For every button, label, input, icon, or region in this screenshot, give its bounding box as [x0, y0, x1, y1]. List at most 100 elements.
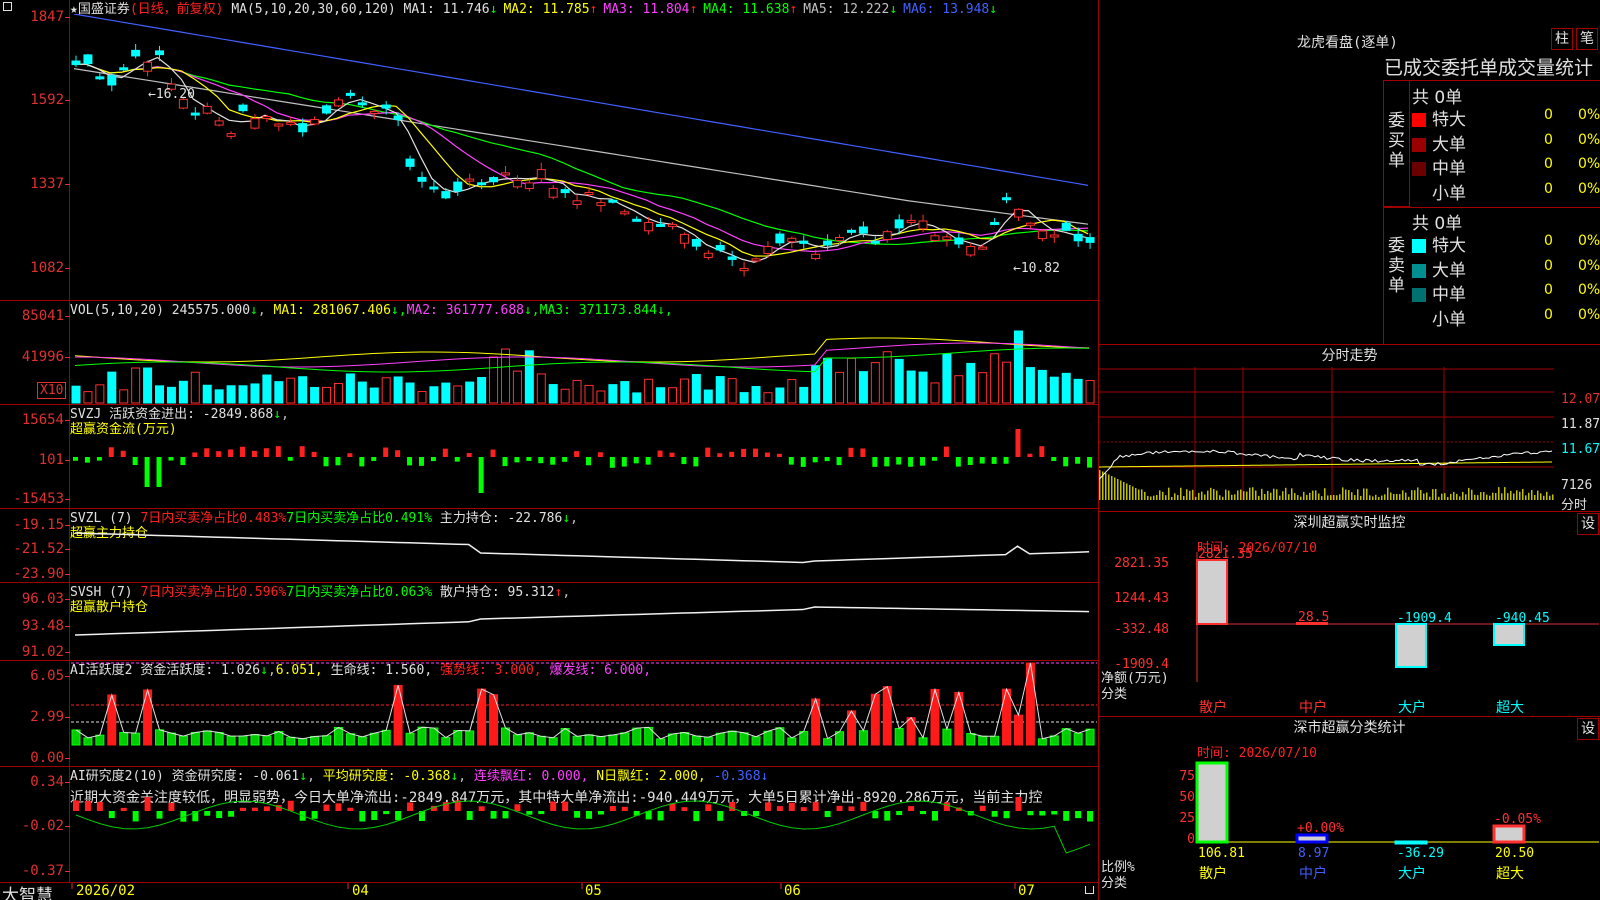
price-tick: 1847: [0, 10, 70, 24]
activity-bar: [298, 738, 308, 746]
research-bar: [872, 811, 879, 819]
intraday-volume-bar: [1282, 491, 1284, 500]
intraday-volume-bar: [1201, 491, 1203, 500]
intraday-title: 分时走势: [1321, 348, 1378, 364]
axis-name: 分类: [1101, 687, 1128, 702]
candle-body: [1085, 237, 1095, 243]
candle-body: [453, 181, 463, 192]
bar-value-label: -940.45: [1495, 611, 1550, 626]
intraday-chart[interactable]: [1099, 367, 1600, 512]
research-bar: [764, 802, 771, 811]
activity-bar: [250, 734, 260, 746]
fund-flow-bar: [550, 457, 556, 465]
order-pct: 0%: [1578, 282, 1600, 298]
svzj-tick: 101: [0, 453, 70, 467]
research-bar: [586, 811, 592, 819]
intraday-volume-bar: [1552, 494, 1554, 500]
activity-bars-chart[interactable]: [71, 661, 1097, 766]
research-bar: [991, 811, 998, 817]
intraday-volume-bar: [1519, 491, 1521, 500]
order-count: 0: [1544, 131, 1553, 148]
order-row: 大单 0 0%: [1412, 256, 1600, 281]
research-bar: [73, 800, 79, 811]
ai-research-panel[interactable]: 0.34 -0.02 -0.37 AI研究度2(10) 资金研究度: -0.06…: [0, 767, 1098, 882]
research-bar: [1075, 811, 1082, 819]
volume-bar: [572, 379, 582, 404]
intraday-volume-bar: [1180, 487, 1182, 500]
candle-body: [310, 119, 320, 125]
activity-bar: [524, 732, 534, 746]
research-bar: [347, 807, 354, 811]
activity-bar: [679, 731, 689, 746]
fund-flow-bar: [824, 457, 830, 462]
volume-bar: [727, 378, 737, 404]
kline-panel[interactable]: 1847 1592 1337 1082 ★国盛证券(日线，前复权) MA(5,1…: [0, 0, 1098, 301]
fund-flow-bar: [407, 457, 413, 466]
candle-body: [1049, 234, 1059, 238]
intraday-volume-bar: [1306, 494, 1308, 500]
candle-body: [703, 252, 713, 258]
intraday-volume-bar: [1507, 493, 1509, 500]
intraday-volume-bar: [1264, 493, 1266, 500]
research-bars-chart[interactable]: [71, 767, 1097, 881]
menu-icon[interactable]: [3, 2, 12, 11]
intraday-panel[interactable]: 分时走势 12.07 11.87 11.67 7126 分时: [1099, 345, 1600, 513]
ai-research-tick: -0.02: [0, 819, 70, 833]
volume-bar: [310, 386, 320, 404]
activity-bar: [345, 733, 355, 746]
candle-body: [1025, 222, 1035, 226]
intraday-volume-tick: 7126: [1561, 478, 1593, 493]
research-bar: [251, 807, 258, 811]
svzj-panel[interactable]: 15654 101 -15453 SVZJ 活跃资金进出: -2849.868↓…: [0, 405, 1098, 509]
intraday-volume-bar: [1111, 476, 1113, 500]
ai-activity-panel[interactable]: 6.05 2.99 0.00 AI活跃度2 资金活跃度: 1.026↓,6.05…: [0, 661, 1098, 767]
candlestick-chart[interactable]: [71, 14, 1097, 299]
tick-view-button[interactable]: 笔: [1576, 28, 1598, 50]
research-bar: [562, 801, 569, 811]
activity-bar: [512, 734, 522, 746]
activity-bar: [322, 735, 332, 746]
fund-flow-bar: [383, 447, 389, 457]
candle-body: [679, 233, 689, 244]
volume-bar: [95, 384, 105, 404]
fund-flow-bar: [872, 457, 878, 467]
volume-bar: [799, 386, 809, 404]
intraday-volume-bar: [1210, 487, 1212, 500]
volume-bar: [441, 382, 451, 404]
fund-flow-bar: [1027, 453, 1033, 457]
main-holding-chart[interactable]: [71, 509, 1097, 582]
candle-body: [322, 105, 332, 114]
fund-flow-bar: [395, 450, 401, 457]
intraday-volume-bar: [1267, 490, 1269, 500]
candle-body: [262, 115, 272, 119]
candle-body: [548, 187, 558, 198]
intraday-volume-bar: [1108, 474, 1110, 500]
fund-flow-bar: [371, 457, 377, 461]
volume-bar: [155, 385, 165, 404]
volume-bar: [250, 383, 260, 404]
bar-view-button[interactable]: 柱: [1551, 28, 1573, 50]
fund-flow-chart[interactable]: [71, 405, 1097, 508]
svsh-tick: 96.03: [0, 592, 70, 606]
intraday-volume-bar: [1480, 492, 1482, 500]
svsh-panel[interactable]: 96.03 93.48 91.02 SVSH (7) 7日内买卖净占比0.596…: [0, 583, 1098, 661]
fund-flow-bar: [430, 457, 436, 462]
intraday-volume-bar: [1186, 489, 1188, 500]
lock-icon[interactable]: [1085, 886, 1094, 894]
activity-bar: [190, 731, 200, 746]
volume-bar: [107, 371, 117, 404]
volume-chart[interactable]: [71, 315, 1097, 404]
svzl-panel[interactable]: -19.15 -21.52 -23.90 SVZL (7) 7日内买卖净占比0.…: [0, 509, 1098, 583]
volume-panel[interactable]: 85041 41996 X10 VOL(5,10,20) 245575.000↓…: [0, 301, 1098, 405]
volume-bar: [632, 392, 642, 404]
retail-holding-chart[interactable]: [71, 583, 1097, 660]
volume-bar: [596, 390, 606, 404]
intraday-volume-bar: [1339, 494, 1341, 500]
intraday-volume-bar: [1204, 494, 1206, 500]
category-label: 超大: [1496, 700, 1524, 716]
candle-body: [799, 240, 809, 244]
research-bar: [263, 806, 270, 811]
ai-activity-tick: 6.05: [0, 669, 70, 683]
fund-flow-bar: [848, 447, 854, 457]
classify-tick: 25: [1179, 811, 1195, 826]
